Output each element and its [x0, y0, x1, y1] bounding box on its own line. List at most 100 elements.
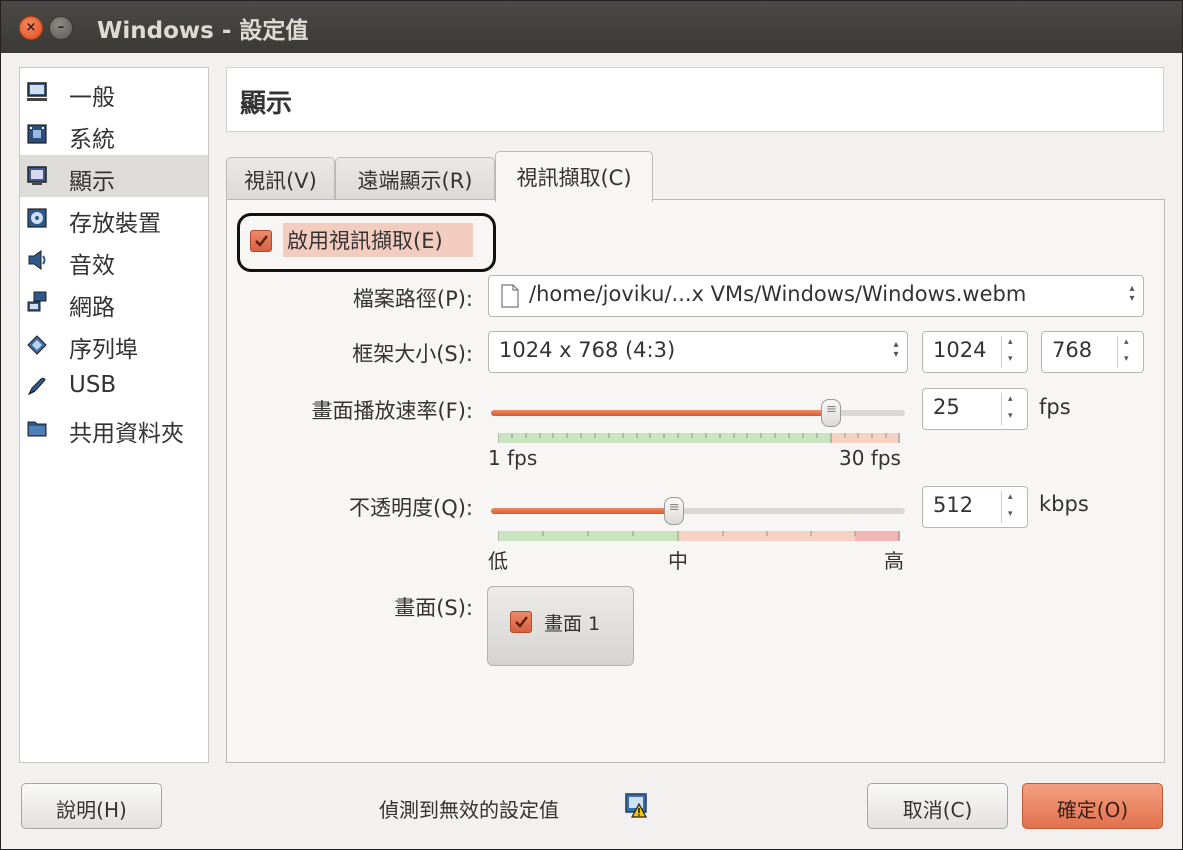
spin-up-icon[interactable]: ▴ — [1008, 492, 1013, 502]
status-message: 偵測到無效的設定值 — [379, 798, 559, 822]
frame-width-value[interactable]: 1024 — [933, 338, 986, 362]
updown-arrows-icon: ▴ ▾ — [1129, 283, 1135, 304]
spin-down-icon[interactable]: ▾ — [1008, 354, 1013, 364]
frame-rate-max-label: 30 fps — [839, 446, 901, 470]
close-icon: × — [25, 20, 37, 35]
checkmark-icon — [515, 616, 528, 628]
usb-icon — [27, 377, 46, 396]
checkmark-icon — [255, 235, 268, 247]
close-button[interactable]: × — [19, 16, 43, 40]
spin-separator — [1117, 336, 1118, 368]
tab-remote-display[interactable]: 遠端顯示(R) — [335, 157, 495, 200]
ok-button[interactable]: 確定(O) — [1022, 783, 1163, 829]
sidebar-item-label: 音效 — [69, 253, 115, 279]
monitor-icon — [27, 82, 47, 101]
settings-sidebar: 一般 系統 顯示 存放裝置 音效 網路 序列埠 USB 共用資料夾 — [19, 67, 209, 763]
section-header: 顯示 — [226, 67, 1164, 132]
spin-down-icon[interactable]: ▾ — [1008, 411, 1013, 421]
quality-ticks — [498, 531, 900, 541]
quality-spinbox[interactable]: 512 ▴ ▾ — [922, 486, 1028, 528]
screen-1-label[interactable]: 畫面 1 — [544, 609, 600, 636]
settings-window: × – Windows - 設定值 一般 系統 顯示 存放裝置 音效 網路 序列… — [0, 0, 1183, 850]
sidebar-item-storage[interactable]: 存放裝置 — [20, 197, 208, 239]
sidebar-item-usb[interactable]: USB — [20, 365, 208, 407]
frame-width-spinbox[interactable]: 1024 ▴ ▾ — [922, 331, 1028, 373]
sidebar-item-system[interactable]: 系統 — [20, 113, 208, 155]
sidebar-item-display[interactable]: 顯示 — [20, 155, 208, 197]
frame-height-spinbox[interactable]: 768 ▴ ▾ — [1041, 331, 1144, 373]
quality-unit: kbps — [1039, 492, 1089, 516]
spin-separator — [1001, 393, 1002, 425]
window-title: Windows - 設定值 — [97, 18, 309, 44]
file-path-value: /home/joviku/...x VMs/Windows/Windows.we… — [529, 282, 1027, 306]
sidebar-item-network[interactable]: 網路 — [20, 281, 208, 323]
spin-up-icon[interactable]: ▴ — [1008, 394, 1013, 404]
chip-icon — [27, 124, 47, 144]
sidebar-item-general[interactable]: 一般 — [20, 71, 208, 113]
display-icon — [27, 166, 47, 185]
frame-rate-value[interactable]: 25 — [933, 395, 960, 419]
enable-capture-label[interactable]: 啟用視訊擷取(E) — [287, 225, 443, 255]
document-icon — [501, 284, 519, 308]
sidebar-item-label: 顯示 — [69, 169, 115, 195]
sidebar-item-shared-folders[interactable]: 共用資料夾 — [20, 407, 208, 449]
quality-slider-fill — [491, 508, 674, 514]
folder-icon — [27, 421, 47, 437]
frame-rate-unit: fps — [1039, 395, 1071, 419]
tab-label: 視訊(V) — [244, 169, 317, 193]
frame-size-value: 1024 x 768 (4:3) — [499, 338, 676, 362]
quality-value[interactable]: 512 — [933, 493, 973, 517]
sidebar-item-label: 一般 — [69, 85, 115, 111]
spin-down-icon[interactable]: ▾ — [1124, 354, 1129, 364]
frame-rate-min-label: 1 fps — [488, 446, 538, 470]
spin-up-icon[interactable]: ▴ — [1124, 337, 1129, 347]
quality-low-label: 低 — [488, 549, 508, 573]
screen-1-checkbox[interactable] — [510, 611, 532, 633]
frame-rate-label: 畫面播放速率(F): — [311, 399, 473, 423]
spin-up-icon[interactable]: ▴ — [1008, 337, 1013, 347]
updown-arrows-icon: ▴ ▾ — [893, 339, 899, 360]
network-icon — [27, 291, 47, 312]
disk-icon — [27, 208, 47, 228]
ok-button-label: 確定(O) — [1056, 798, 1129, 822]
serial-port-icon — [27, 335, 47, 355]
quality-label: 不透明度(Q): — [349, 496, 473, 520]
sidebar-item-label: 存放裝置 — [69, 211, 161, 237]
help-button[interactable]: 說明(H) — [21, 783, 162, 829]
sidebar-item-serial-ports[interactable]: 序列埠 — [20, 323, 208, 365]
file-path-select[interactable]: /home/joviku/...x VMs/Windows/Windows.we… — [488, 275, 1144, 317]
tab-label: 遠端顯示(R) — [357, 169, 473, 193]
sidebar-item-label: 系統 — [69, 127, 115, 153]
quality-high-label: 高 — [884, 549, 904, 573]
quality-slider-handle[interactable] — [664, 497, 685, 525]
file-path-label: 檔案路徑(P): — [352, 287, 473, 311]
screens-label: 畫面(S): — [394, 596, 473, 620]
enable-capture-checkbox[interactable] — [250, 230, 272, 252]
tab-video-capture[interactable]: 視訊擷取(C) — [495, 151, 653, 202]
sidebar-item-audio[interactable]: 音效 — [20, 239, 208, 281]
minimize-button[interactable]: – — [49, 16, 73, 40]
frame-height-value[interactable]: 768 — [1052, 338, 1092, 362]
sidebar-item-label: 網路 — [69, 295, 115, 321]
spin-separator — [1001, 336, 1002, 368]
minimize-icon: – — [57, 20, 65, 35]
help-button-label: 說明(H) — [56, 798, 127, 822]
sidebar-item-label: USB — [69, 372, 117, 398]
warning-icon[interactable] — [625, 793, 651, 819]
spin-down-icon[interactable]: ▾ — [1008, 509, 1013, 519]
speaker-icon — [28, 250, 46, 270]
spin-separator — [1001, 491, 1002, 523]
tab-label: 視訊擷取(C) — [516, 166, 632, 190]
cancel-button-label: 取消(C) — [902, 798, 973, 822]
tab-video[interactable]: 視訊(V) — [226, 157, 335, 200]
title-bar: × – Windows - 設定值 — [1, 1, 1182, 53]
sidebar-item-label: 序列埠 — [69, 337, 138, 363]
cancel-button[interactable]: 取消(C) — [867, 783, 1008, 829]
frame-rate-slider-fill — [491, 410, 831, 416]
frame-rate-slider-handle[interactable] — [821, 399, 842, 427]
page-title: 顯示 — [240, 89, 293, 119]
frame-rate-spinbox[interactable]: 25 ▴ ▾ — [922, 388, 1028, 430]
frame-size-select[interactable]: 1024 x 768 (4:3) ▴ ▾ — [488, 331, 908, 373]
frame-size-label: 框架大小(S): — [352, 342, 473, 366]
quality-mid-label: 中 — [668, 549, 688, 573]
